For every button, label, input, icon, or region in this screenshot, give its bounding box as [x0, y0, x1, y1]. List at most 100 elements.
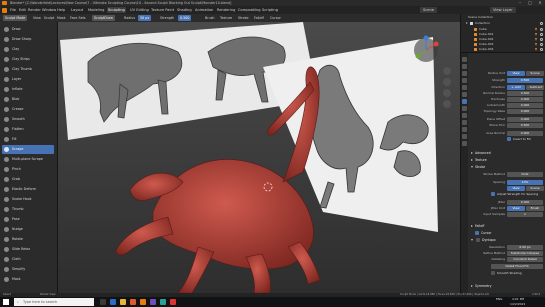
outliner-scene-collection[interactable]: Scene Collection — [462, 15, 545, 20]
render-tab-icon[interactable] — [462, 64, 467, 69]
smooth-shading-checkbox[interactable] — [491, 271, 495, 275]
perspective-toggle-icon[interactable] — [443, 100, 451, 108]
recorder-icon[interactable] — [170, 299, 176, 305]
advanced-panel-header[interactable]: Advanced — [470, 150, 545, 156]
physics-tab-icon[interactable] — [462, 120, 467, 125]
cursor-panel-header[interactable]: Cursor — [470, 230, 545, 236]
tab-compositing[interactable]: Compositing — [237, 7, 262, 13]
resolution-field[interactable]: 6.00 px — [507, 244, 543, 250]
tool-crease[interactable]: Crease — [2, 105, 54, 114]
tool-clay-strips[interactable]: Clay Strips — [2, 55, 54, 64]
strength-slider[interactable]: 0.500 — [507, 77, 543, 83]
radius-field[interactable]: 50 px — [138, 15, 152, 21]
texture-menu[interactable]: Texture — [220, 15, 232, 21]
tab-modeling[interactable]: Modeling — [87, 7, 105, 13]
file-explorer-icon[interactable] — [120, 299, 126, 305]
cursor-checkbox[interactable] — [475, 231, 479, 235]
invert-to-fill-checkbox[interactable] — [507, 137, 511, 141]
mask-menu[interactable]: Mask — [57, 15, 66, 21]
scene-selector[interactable]: Scene — [420, 7, 437, 13]
blender-taskbar-icon[interactable] — [140, 299, 146, 305]
radius-unit-view-button[interactable]: View — [507, 70, 525, 76]
app-icon[interactable] — [150, 299, 156, 305]
brush-selector[interactable]: SculptDraw — [92, 15, 115, 21]
adjust-strength-checkbox[interactable] — [491, 192, 495, 196]
area-normal-slider[interactable]: 0.000 — [507, 130, 543, 136]
outliner-cube-004[interactable]: Cube.004 — [462, 47, 545, 52]
tool-pose[interactable]: Pose — [2, 215, 54, 224]
adjust-strength-row[interactable]: Adjust Strength for Spacing — [471, 191, 545, 197]
view-layer-tab-icon[interactable] — [462, 78, 467, 83]
tool-settings-tab-icon[interactable] — [462, 57, 467, 62]
tool-elastic-deform[interactable]: Elastic Deform — [2, 185, 54, 194]
tab-shading[interactable]: Shading — [176, 7, 193, 13]
view-menu[interactable]: View — [33, 15, 41, 21]
tab-scripting[interactable]: Scripting — [261, 7, 279, 13]
tool-cloth[interactable]: Cloth — [2, 255, 54, 264]
windows-start-icon[interactable] — [3, 299, 9, 305]
falloff-menu[interactable]: Falloff — [254, 15, 264, 21]
direction-add-button[interactable]: + Add — [507, 84, 525, 90]
menu-window[interactable]: Window — [42, 6, 56, 14]
material-tab-icon[interactable] — [462, 141, 467, 146]
tool-blob[interactable]: Blob — [2, 95, 54, 104]
tool-scrape[interactable]: Scrape — [2, 145, 54, 154]
direction-subtract-button[interactable]: - Subtract — [526, 84, 544, 90]
tab-uv-editing[interactable]: UV Editing — [129, 7, 150, 13]
camera-view-icon[interactable] — [443, 89, 451, 97]
tool-fill[interactable]: Fill — [2, 135, 54, 144]
strength-field[interactable]: 0.500 — [178, 15, 192, 21]
tool-layer[interactable]: Layer — [2, 75, 54, 84]
dyntopo-checkbox[interactable] — [476, 238, 480, 242]
expand-arrow-icon[interactable] — [466, 22, 468, 24]
tool-simplify[interactable]: Simplify — [2, 265, 54, 274]
jitter-view-button[interactable]: View — [507, 205, 525, 211]
texture-panel-header[interactable]: Texture — [470, 157, 545, 163]
tab-rendering[interactable]: Rendering — [216, 7, 236, 13]
edge-browser-icon[interactable] — [110, 299, 116, 305]
stroke-panel-header[interactable]: Stroke — [470, 164, 545, 170]
constraints-tab-icon[interactable] — [462, 127, 467, 132]
menu-edit[interactable]: Edit — [19, 6, 26, 14]
dyntopo-panel-header[interactable]: Dyntopo — [470, 237, 545, 243]
tab-sculpting[interactable]: Sculpting — [107, 7, 126, 13]
tool-pinch[interactable]: Pinch — [2, 165, 54, 174]
jitter-slider[interactable]: 0.000 — [507, 199, 543, 205]
jitter-brush-button[interactable]: Brush — [526, 205, 544, 211]
object-tab-icon[interactable] — [462, 99, 467, 104]
tool-draw-sharp[interactable]: Draw Sharp — [2, 35, 54, 44]
topology-rake-slider[interactable]: 0.000 — [507, 108, 543, 114]
detailing-dropdown[interactable]: Constant Detail — [507, 256, 543, 262]
view-layer-selector[interactable]: View Layer — [490, 7, 516, 13]
eye-icon[interactable] — [540, 33, 543, 36]
menu-help[interactable]: Help — [57, 6, 65, 14]
blender-menu-icon[interactable] — [2, 7, 7, 13]
tool-thumb[interactable]: Thumb — [2, 205, 54, 214]
spacing-scene-button[interactable]: Scene — [526, 185, 544, 191]
plane-trim-slider[interactable]: 0.500 — [507, 122, 543, 128]
input-samples-field[interactable]: 1 — [507, 211, 543, 217]
pan-hand-icon[interactable] — [443, 78, 451, 86]
eye-icon[interactable] — [540, 38, 543, 41]
tab-layout[interactable]: Layout — [70, 7, 84, 13]
chrome-icon[interactable] — [130, 299, 136, 305]
clock-date[interactable]: 1/22/2021 — [510, 302, 525, 307]
particles-tab-icon[interactable] — [462, 113, 467, 118]
tool-inflate[interactable]: Inflate — [2, 85, 54, 94]
plane-offset-slider[interactable]: 0.000 — [507, 116, 543, 122]
tab-texture-paint[interactable]: Texture Paint — [150, 7, 175, 13]
spacing-slider[interactable]: 10% — [507, 179, 543, 185]
tool-grab[interactable]: Grab — [2, 175, 54, 184]
output-tab-icon[interactable] — [462, 71, 467, 76]
normal-radius-slider[interactable]: 0.500 — [507, 90, 543, 96]
eye-icon[interactable] — [540, 22, 543, 25]
zoom-icon[interactable] — [443, 67, 451, 75]
3d-viewport[interactable] — [58, 22, 460, 293]
task-view-icon[interactable] — [100, 299, 106, 305]
tool-clay[interactable]: Clay — [2, 45, 54, 54]
tool-slide-relax[interactable]: Slide Relax — [2, 245, 54, 254]
brush-menu[interactable]: Brush — [205, 15, 215, 21]
sculpt-menu[interactable]: Sculpt — [44, 15, 54, 21]
tool-clay-thumb[interactable]: Clay Thumb — [2, 65, 54, 74]
eye-icon[interactable] — [540, 48, 543, 51]
